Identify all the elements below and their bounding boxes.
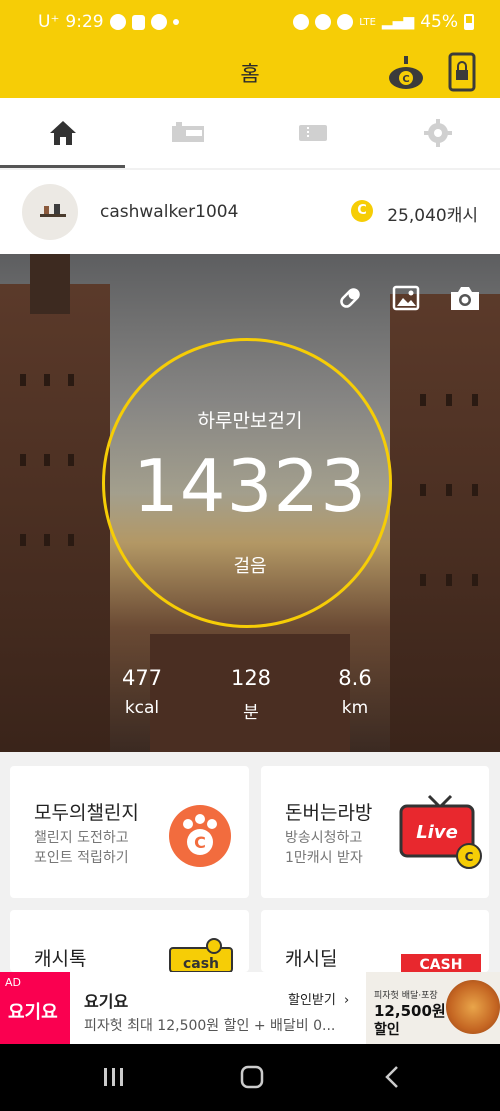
status-bar: U⁺ 9:29 LTE ▂▄▆ 45% xyxy=(0,0,500,44)
home-icon xyxy=(49,121,76,145)
network-label: LTE xyxy=(359,16,376,28)
card-title: 캐시딜 xyxy=(285,948,338,970)
card-title: 돈버는라방 xyxy=(285,802,373,824)
card-subtitle-2: 포인트 적립하기 xyxy=(34,850,129,866)
cash-deal-icon: CASH xyxy=(401,954,481,972)
tab-settings[interactable] xyxy=(375,98,500,168)
app-bar: 홈 C xyxy=(0,44,500,98)
pill-icon[interactable] xyxy=(336,284,364,312)
cash-wallet-icon: cash xyxy=(169,938,233,972)
camera-icon[interactable] xyxy=(448,284,482,312)
lock-screen-icon[interactable] xyxy=(444,52,480,92)
ad-image-discount: 할인 xyxy=(374,1022,400,1038)
tab-bar xyxy=(0,98,500,168)
pizza-image xyxy=(446,980,500,1034)
gallery-icon[interactable] xyxy=(392,284,420,312)
avatar[interactable] xyxy=(22,184,78,240)
bluetooth-icon xyxy=(315,14,332,30)
home-button-icon[interactable] xyxy=(240,1065,264,1089)
ad-image-amount: 12,500원 xyxy=(374,1002,446,1020)
challenge-label: 하루만보걷기 xyxy=(197,410,303,432)
step-count: 14323 xyxy=(132,444,368,528)
clock: 9:29 xyxy=(65,12,104,32)
battery-percent: 45% xyxy=(420,12,458,32)
cash-deal-label: CASH xyxy=(420,957,463,972)
cash-pig-icon[interactable]: C xyxy=(386,52,426,92)
minutes-unit: 분 xyxy=(243,703,259,723)
card-cashdeal[interactable]: 캐시딜 CASH xyxy=(261,910,489,972)
pedometer-panel: 하루만보걷기 14323 걸음 477 kcal 128 분 8.6 km xyxy=(0,254,500,752)
card-cashtalk[interactable]: 캐시톡 cash xyxy=(10,910,249,972)
profile-row: cashwalker1004 C 25,040캐시 xyxy=(0,170,500,254)
live-label: Live xyxy=(416,822,458,843)
chevron-right-icon: › xyxy=(343,993,350,1008)
calories-value: 477 xyxy=(121,666,163,690)
ad-logo: AD 요기요 xyxy=(0,972,70,1044)
card-live[interactable]: 돈버는라방 방송시청하고 1만캐시 받자 Live C xyxy=(261,766,489,898)
card-subtitle-1: 방송시청하고 xyxy=(285,830,363,846)
gear-icon xyxy=(423,119,452,147)
more-notifications-icon xyxy=(172,19,179,25)
live-tv-icon: Live C xyxy=(399,794,482,869)
system-nav-bar xyxy=(0,1044,500,1111)
carrier-label: U⁺ xyxy=(38,12,60,32)
card-challenge[interactable]: 모두의챌린지 챌린지 도전하고 포인트 적립하기 C xyxy=(10,766,249,898)
ad-cta-button[interactable]: 할인받기 › xyxy=(288,989,349,1008)
card-subtitle-1: 챌린지 도전하고 xyxy=(34,830,129,846)
card-subtitle-2: 1만캐시 받자 xyxy=(285,850,363,866)
recents-icon[interactable] xyxy=(102,1066,126,1088)
alarm-icon xyxy=(293,14,310,30)
ad-brand-logo: 요기요 xyxy=(8,1002,58,1023)
coin-icon: C xyxy=(351,200,373,222)
tab-home[interactable] xyxy=(0,98,125,168)
calories-unit: kcal xyxy=(124,698,160,718)
svg-text:C: C xyxy=(465,850,474,864)
ad-description: 피자헛 최대 12,500원 할인 + 배달비 0... xyxy=(84,1018,336,1034)
chat-icon xyxy=(150,14,167,30)
tab-ticket[interactable] xyxy=(250,98,375,168)
talk-icon xyxy=(109,14,126,30)
stat-minutes: 128 분 xyxy=(211,666,291,723)
svg-text:C: C xyxy=(402,74,409,85)
back-icon[interactable] xyxy=(382,1065,402,1089)
battery-icon xyxy=(464,14,474,30)
cash-balance[interactable]: 25,040캐시 xyxy=(387,201,478,226)
distance-unit: km xyxy=(341,698,369,718)
stat-distance: 8.6 km xyxy=(315,666,395,718)
cash-label: cash xyxy=(183,956,219,972)
stat-calories: 477 kcal xyxy=(102,666,182,718)
card-title: 캐시톡 xyxy=(34,948,87,970)
paw-coin-letter: C xyxy=(194,833,206,852)
signal-icon: ▂▄▆ xyxy=(381,14,415,30)
ad-tag: AD xyxy=(5,976,21,989)
tab-coupon[interactable] xyxy=(125,98,250,168)
ad-image: 피자헛 배달·포장 12,500원 할인 xyxy=(366,972,500,1044)
coupon-icon xyxy=(171,122,204,142)
step-unit: 걸음 xyxy=(233,556,267,577)
notification-icon xyxy=(131,14,145,30)
ad-title: 요기요 xyxy=(84,992,129,1011)
paw-coin-icon: C xyxy=(169,805,231,867)
background-tower-left xyxy=(30,254,70,314)
hero-toolbar xyxy=(336,284,482,312)
minutes-value: 128 xyxy=(230,666,272,690)
location-icon xyxy=(337,14,354,30)
ticket-icon xyxy=(298,125,327,141)
ad-cta-label: 할인받기 xyxy=(288,993,336,1008)
card-title: 모두의챌린지 xyxy=(34,802,139,824)
username: cashwalker1004 xyxy=(100,202,239,222)
ad-banner[interactable]: AD 요기요 요기요 할인받기 › 피자헛 최대 12,500원 할인 + 배달… xyxy=(0,972,500,1044)
distance-value: 8.6 xyxy=(338,666,372,690)
